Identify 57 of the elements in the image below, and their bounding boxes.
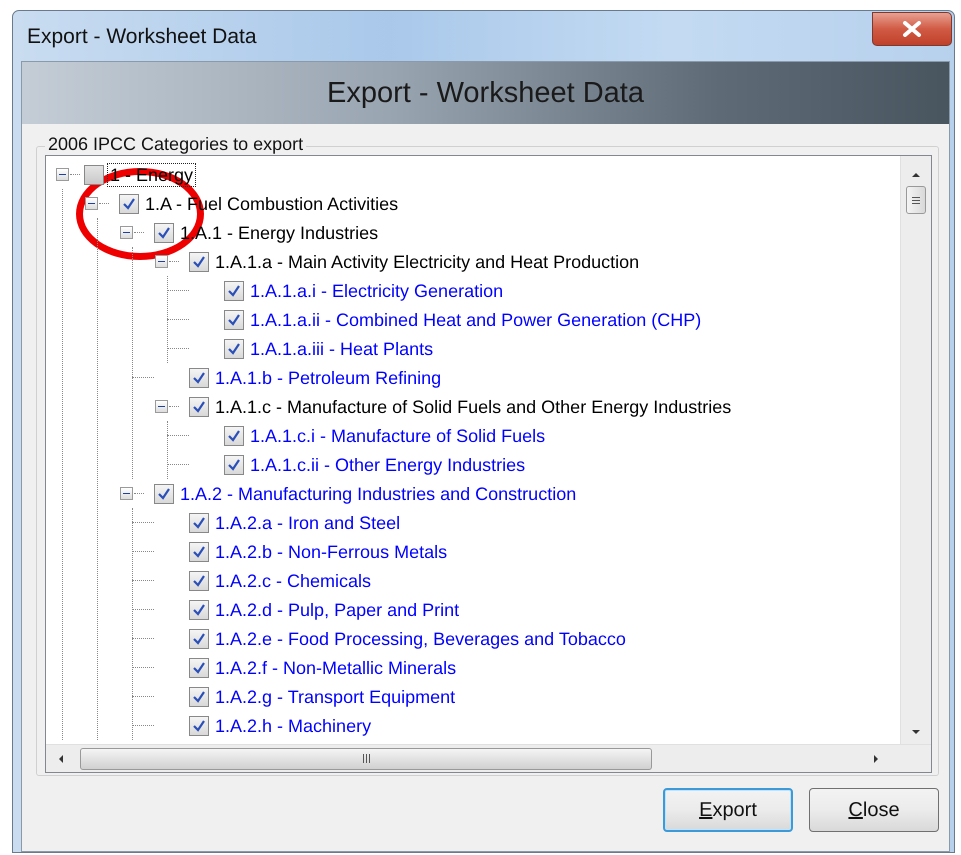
checkbox[interactable]	[189, 570, 209, 590]
checkbox[interactable]	[154, 484, 174, 504]
window-title: Export - Worksheet Data	[27, 25, 257, 49]
collapse-icon[interactable]	[120, 487, 133, 500]
group-label: 2006 IPCC Categories to export	[45, 134, 306, 155]
dialog-button[interactable]: Close	[809, 788, 939, 832]
tree-item[interactable]: 1.A.1.a.i - Electricity Generation	[247, 278, 506, 302]
checkbox[interactable]	[154, 222, 174, 242]
checkbox[interactable]	[189, 716, 209, 736]
checkbox[interactable]	[189, 252, 209, 272]
checkbox[interactable]	[189, 512, 209, 532]
tree-item[interactable]: 1.A.1.c - Manufacture of Solid Fuels and Other Energy Industries	[212, 394, 734, 418]
checkbox[interactable]	[224, 454, 244, 474]
tree-item[interactable]: 1.A.1.a.iii - Heat Plants	[247, 336, 436, 360]
tree-item[interactable]: 1.A.2.g - Transport Equipment	[212, 684, 458, 708]
collapse-icon[interactable]	[155, 255, 168, 268]
checkbox[interactable]	[224, 310, 244, 330]
tree-item[interactable]: 1.A.2.e - Food Processing, Beverages and Tobacco	[212, 626, 629, 650]
close-icon	[902, 21, 922, 37]
checkbox[interactable]	[189, 658, 209, 678]
checkbox[interactable]	[189, 396, 209, 416]
tree-item[interactable]: 1.A.2 - Manufacturing Industries and Construction	[177, 482, 580, 506]
checkbox[interactable]	[189, 686, 209, 706]
tree-item[interactable]: 1.A.2.b - Non-Ferrous Metals	[212, 540, 450, 564]
collapse-icon[interactable]	[155, 400, 168, 413]
checkbox[interactable]	[189, 600, 209, 620]
tree-item[interactable]: 1.A.2.c - Chemicals	[212, 568, 374, 592]
checkbox[interactable]	[189, 542, 209, 562]
scrollbar-thumb[interactable]	[906, 186, 926, 214]
tree-item[interactable]: 1.A.1.b - Petroleum Refining	[212, 366, 444, 390]
checkbox[interactable]	[224, 280, 244, 300]
collapse-icon[interactable]	[56, 168, 69, 181]
dialog-button[interactable]: Export	[663, 788, 793, 832]
tree-item[interactable]: 1.A.2.a - Iron and Steel	[212, 510, 404, 534]
tree-item[interactable]: 1.A.2.f - Non-Metallic Minerals	[212, 656, 460, 680]
header-title: Export - Worksheet Data	[327, 76, 644, 110]
close-button[interactable]	[872, 12, 952, 46]
scrollbar-thumb[interactable]	[80, 748, 652, 770]
tree-item[interactable]: 1.A.1.a.ii - Combined Heat and Power Generation (CHP)	[247, 308, 704, 332]
scroll-up-icon[interactable]	[910, 170, 922, 180]
collapse-icon[interactable]	[120, 226, 133, 239]
tree-item[interactable]: 1.A.1.c.ii - Other Energy Industries	[247, 452, 528, 476]
tree-item[interactable]: 1.A.2.d - Pulp, Paper and Print	[212, 598, 462, 622]
vertical-scrollbar[interactable]	[900, 156, 931, 745]
scroll-down-icon[interactable]	[910, 727, 922, 737]
collapse-icon[interactable]	[85, 197, 98, 210]
scroll-right-icon[interactable]	[871, 752, 881, 764]
checkbox[interactable]	[224, 426, 244, 446]
checkbox[interactable]	[224, 338, 244, 358]
checkbox[interactable]	[189, 368, 209, 388]
tree-item[interactable]: 1.A.1.c.i - Manufacture of Solid Fuels	[247, 424, 548, 448]
tree-item[interactable]: 1.A.2.h - Machinery	[212, 714, 374, 738]
checkbox[interactable]	[189, 628, 209, 648]
checkbox[interactable]	[84, 164, 104, 184]
horizontal-scrollbar[interactable]	[46, 744, 931, 772]
tree-item[interactable]: 1.A.1.a - Main Activity Electricity and Heat Production	[212, 250, 642, 274]
checkbox[interactable]	[119, 194, 139, 214]
